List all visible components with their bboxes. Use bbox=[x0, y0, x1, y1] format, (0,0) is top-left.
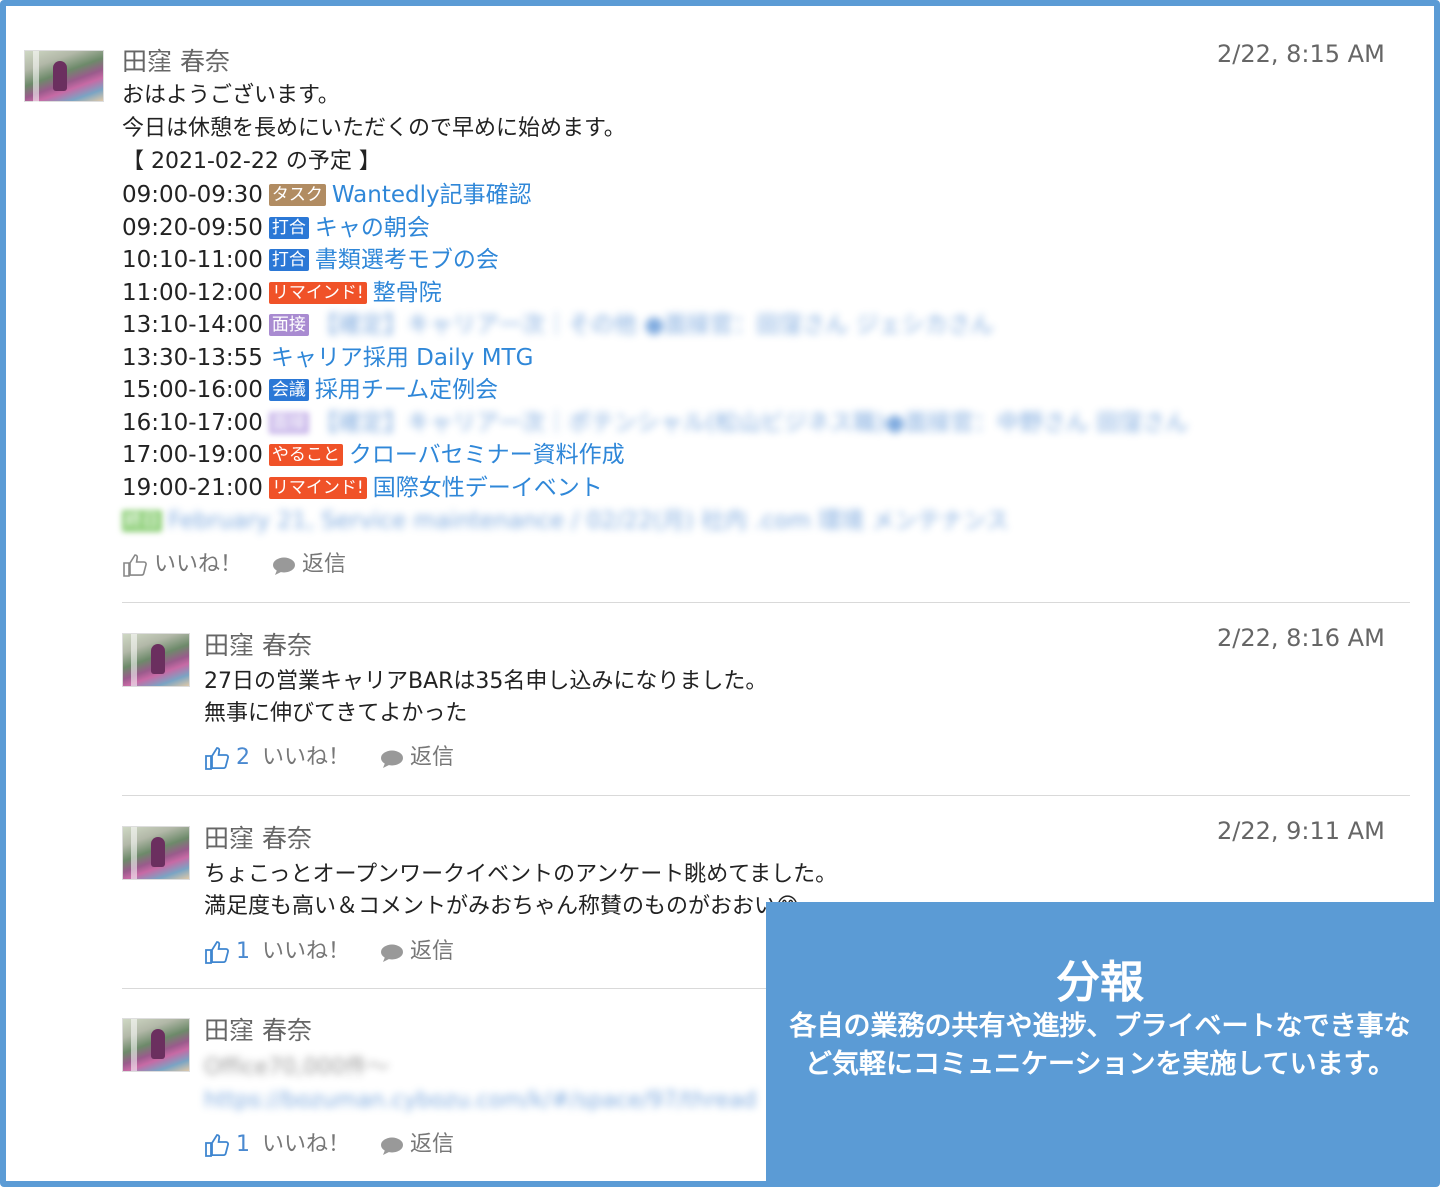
post-actions: いいね！ 返信 bbox=[122, 550, 346, 580]
message-line: 無事に伸びてきてよかった bbox=[204, 701, 468, 726]
schedule-item: 19:00-21:00 リマインド! 国際女性デーイベント bbox=[122, 472, 603, 504]
speech-bubble-icon[interactable] bbox=[380, 942, 404, 962]
schedule-event-link[interactable]: Wantedly記事確認 bbox=[332, 179, 532, 211]
like-button[interactable]: いいね！ bbox=[262, 1130, 350, 1160]
schedule-time: 19:00-21:00 bbox=[122, 475, 263, 501]
schedule-item: 09:00-09:30 タスク Wantedly記事確認 bbox=[122, 179, 532, 211]
schedule-event-link-blurred[interactable]: 【確定】キャリア一次｜ポテンシャル(松山ビジネス職)●面接官：中野さん 田窪さん bbox=[315, 407, 1188, 439]
post-timestamp[interactable]: 2/22, 9:11 AM bbox=[1217, 817, 1385, 845]
schedule-item: 15:00-16:00 会議 採用チーム定例会 bbox=[122, 374, 498, 406]
schedule-badge: 会議 bbox=[268, 379, 309, 401]
schedule-item: 09:20-09:50 打合 キャの朝会 bbox=[122, 212, 430, 244]
like-count[interactable]: 1 bbox=[236, 1130, 250, 1160]
post-divider bbox=[122, 795, 1410, 796]
post-author[interactable]: 田窪 春奈 bbox=[204, 626, 312, 662]
thumbs-up-icon[interactable] bbox=[122, 552, 148, 578]
thumbs-up-icon[interactable] bbox=[204, 1132, 230, 1158]
post-divider bbox=[122, 602, 1410, 603]
schedule-time: 13:30-13:55 bbox=[122, 345, 263, 371]
post-author[interactable]: 田窪 春奈 bbox=[204, 819, 312, 855]
schedule-item: 13:10-14:00 面接 【確定】キャリア一次｜その他 ●面接官：田窪さん ジェ… bbox=[122, 309, 994, 341]
schedule-event-link[interactable]: キャリア採用 Daily MTG bbox=[271, 342, 534, 374]
schedule-badge: やること bbox=[268, 444, 343, 466]
schedule-time: 10:10-11:00 bbox=[122, 247, 263, 273]
schedule-event-link[interactable]: 国際女性デーイベント bbox=[373, 472, 603, 504]
message-line: ちょこっとオープンワークイベントのアンケート眺めてました。 bbox=[204, 862, 838, 887]
schedule-item-blurred: 終日 February 21, Service maintenance / 02/… bbox=[122, 505, 1009, 537]
schedule-badge: タスク bbox=[268, 184, 326, 206]
like-count[interactable]: 2 bbox=[236, 743, 250, 773]
reply-button[interactable]: 返信 bbox=[302, 550, 346, 580]
reply-button[interactable]: 返信 bbox=[410, 743, 454, 773]
schedule-item: 13:30-13:55 キャリア採用 Daily MTG bbox=[122, 342, 533, 374]
schedule-event-link[interactable]: クローバセミナー資料作成 bbox=[349, 439, 625, 471]
caption-description: 各自の業務の共有や進捗、プライベートなでき事など気軽にコミュニケーションを実施し… bbox=[789, 1011, 1411, 1080]
thumbs-up-icon[interactable] bbox=[204, 745, 230, 771]
schedule-item: 16:10-17:00 面接 【確定】キャリア一次｜ポテンシャル(松山ビジネス職)●… bbox=[122, 407, 1188, 439]
message-link-blurred[interactable]: https://bozuman.cybozu.com/k/#/space/97/… bbox=[204, 1085, 757, 1117]
schedule-item: 11:00-12:00 リマインド! 整骨院 bbox=[122, 277, 442, 309]
avatar[interactable] bbox=[24, 50, 104, 103]
message-line-blurred: Office70,000件〜 bbox=[204, 1055, 390, 1080]
message-line: 満足度も高い＆コメントがみおちゃん称賛のものがおおい😊 bbox=[204, 894, 799, 919]
like-button[interactable]: いいね！ bbox=[262, 743, 350, 773]
speech-bubble-icon[interactable] bbox=[272, 555, 296, 575]
schedule-time: 11:00-12:00 bbox=[122, 280, 263, 306]
post-author[interactable]: 田窪 春奈 bbox=[204, 1011, 312, 1047]
post-actions: 2 いいね！ 返信 bbox=[204, 743, 454, 773]
schedule-event-link[interactable]: キャの朝会 bbox=[315, 212, 430, 244]
schedule-item: 10:10-11:00 打合 書類選考モブの会 bbox=[122, 244, 499, 276]
message-line: 27日の営業キャリアBARは35名申し込みになりました。 bbox=[204, 669, 768, 694]
schedule-time: 16:10-17:00 bbox=[122, 410, 263, 436]
like-button[interactable]: いいね！ bbox=[262, 937, 350, 967]
post-author[interactable]: 田窪 春奈 bbox=[122, 42, 230, 78]
schedule-badge: リマインド! bbox=[268, 282, 367, 304]
schedule-badge: 面接 bbox=[268, 412, 309, 434]
schedule-time: 09:20-09:50 bbox=[122, 215, 263, 241]
post-timestamp[interactable]: 2/22, 8:16 AM bbox=[1217, 624, 1385, 652]
schedule-event-link-blurred[interactable]: 【確定】キャリア一次｜その他 ●面接官：田窪さん ジェシカさん bbox=[315, 309, 994, 341]
avatar[interactable] bbox=[122, 1018, 190, 1072]
reply-button[interactable]: 返信 bbox=[410, 937, 454, 967]
schedule-badge: 面接 bbox=[268, 314, 309, 336]
schedule-badge: 終日 bbox=[122, 510, 162, 532]
speech-bubble-icon[interactable] bbox=[380, 1135, 404, 1155]
schedule-badge: 打合 bbox=[268, 217, 309, 239]
avatar[interactable] bbox=[122, 826, 190, 880]
schedule-event-link[interactable]: 採用チーム定例会 bbox=[315, 374, 498, 406]
schedule-badge: 打合 bbox=[268, 249, 309, 271]
schedule-event-link-blurred[interactable]: February 21, Service maintenance / 02/22… bbox=[168, 505, 1009, 537]
schedule-event-link[interactable]: 書類選考モブの会 bbox=[315, 244, 499, 276]
caption-title: 分報 bbox=[1056, 957, 1144, 1008]
schedule-item: 17:00-19:00 やること クローバセミナー資料作成 bbox=[122, 439, 625, 471]
message-line: 【 2021-02-22 の予定 】 bbox=[122, 149, 381, 174]
post-timestamp[interactable]: 2/22, 8:15 AM bbox=[1217, 40, 1385, 68]
reply-button[interactable]: 返信 bbox=[410, 1130, 454, 1160]
caption-overlay: 分報 各自の業務の共有や進捗、プライベートなでき事など気軽にコミュニケーションを… bbox=[766, 902, 1434, 1181]
message-line: おはようございます。 bbox=[122, 83, 340, 108]
avatar[interactable] bbox=[122, 633, 190, 687]
like-count[interactable]: 1 bbox=[236, 937, 250, 967]
schedule-badge: リマインド! bbox=[268, 477, 367, 499]
schedule-time: 13:10-14:00 bbox=[122, 312, 263, 338]
post-actions: 1 いいね！ 返信 bbox=[204, 1130, 454, 1160]
like-button[interactable]: いいね！ bbox=[154, 550, 242, 580]
speech-bubble-icon[interactable] bbox=[380, 748, 404, 768]
schedule-time: 17:00-19:00 bbox=[122, 442, 263, 468]
message-line: 今日は休憩を長めにいただくので早めに始めます。 bbox=[122, 116, 626, 141]
schedule-time: 15:00-16:00 bbox=[122, 377, 263, 403]
thumbs-up-icon[interactable] bbox=[204, 939, 230, 965]
post-actions: 1 いいね！ 返信 bbox=[204, 937, 454, 967]
schedule-event-link[interactable]: 整骨院 bbox=[373, 277, 442, 309]
schedule-time: 09:00-09:30 bbox=[122, 182, 263, 208]
